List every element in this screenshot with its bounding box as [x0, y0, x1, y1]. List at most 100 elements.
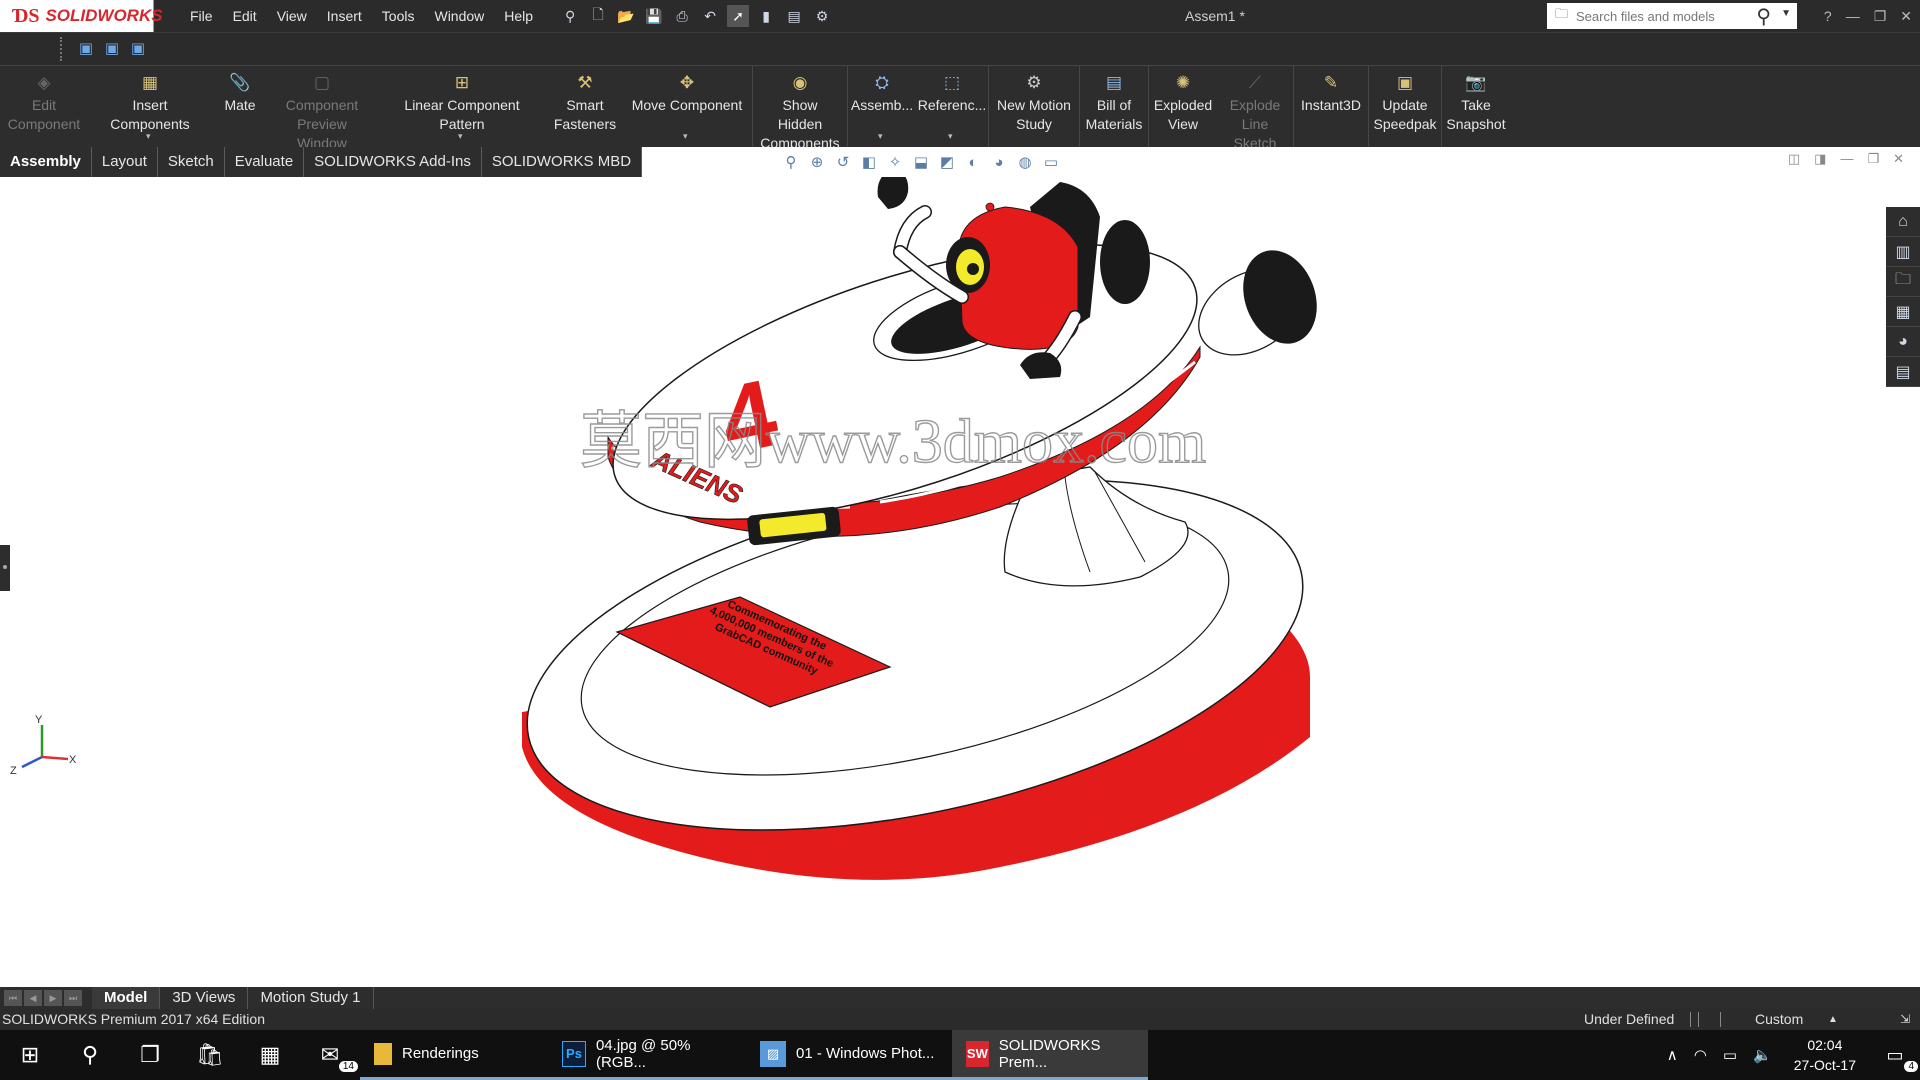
previous-view-icon[interactable]: ↺	[832, 151, 854, 173]
feature-manager-toggle[interactable]	[0, 545, 10, 591]
explode-line-sketch-button[interactable]: ⟋ Explode Line Sketch	[1217, 66, 1293, 151]
unit-system-selector[interactable]: Custom	[1755, 1009, 1803, 1030]
menu-insert[interactable]: Insert	[317, 0, 372, 32]
assembly-tool-2-icon[interactable]: ▣	[102, 39, 122, 59]
mail-icon[interactable]: ✉ 14	[300, 1030, 360, 1080]
menu-window[interactable]: Window	[424, 0, 494, 32]
show-hidden-components-button[interactable]: ◉ Show Hidden Components	[753, 66, 847, 151]
view-orientation-icon[interactable]: ⬓	[910, 151, 932, 173]
chevron-down-icon[interactable]: ▾	[948, 127, 953, 146]
file-properties-icon[interactable]: ▤	[783, 5, 805, 27]
appearances-icon[interactable]: ◕	[1886, 327, 1920, 357]
toolbar-grip[interactable]	[60, 37, 62, 61]
component-preview-window-button[interactable]: ▢ Component Preview Window	[268, 66, 376, 151]
mate-button[interactable]: 📎 Mate	[212, 66, 268, 148]
search-box[interactable]: 🗀 Search files and models ⚲ ▼	[1547, 3, 1797, 29]
search-icon[interactable]: ⚲	[1756, 4, 1771, 29]
search-input[interactable]: Search files and models	[1576, 9, 1715, 24]
viewport-split-icon[interactable]: ◨	[1814, 151, 1826, 167]
dynamic-annotation-icon[interactable]: ✧	[884, 151, 906, 173]
search-icon[interactable]: ⚲	[60, 1030, 120, 1080]
wifi-icon[interactable]: ◠	[1686, 1046, 1715, 1064]
view-settings-icon[interactable]: ▭	[1040, 151, 1062, 173]
select-arrow-icon[interactable]: ➚	[727, 5, 750, 27]
taskbar-app-photoshop[interactable]: Ps 04.jpg @ 50% (RGB...	[548, 1030, 746, 1080]
menu-help[interactable]: Help	[494, 0, 543, 32]
first-tab-icon[interactable]: ⏮	[4, 990, 22, 1006]
home-icon[interactable]: ⌂	[1886, 207, 1920, 237]
restore-icon[interactable]: ❐	[1874, 0, 1887, 32]
design-library-icon[interactable]: ▥	[1886, 237, 1920, 267]
file-explorer-icon[interactable]: 🗀	[1886, 267, 1920, 297]
notifications-icon[interactable]: ▭ 4	[1870, 1030, 1920, 1080]
tab-evaluate[interactable]: Evaluate	[225, 147, 305, 177]
menu-edit[interactable]: Edit	[223, 0, 267, 32]
pin-icon[interactable]: ⚲	[559, 5, 581, 27]
menu-tools[interactable]: Tools	[372, 0, 425, 32]
tab-mbd[interactable]: SOLIDWORKS MBD	[482, 147, 643, 177]
graphics-area[interactable]: Commemorating the 4,000,000 members of t…	[0, 177, 1920, 987]
new-motion-study-button[interactable]: ⚙ New Motion Study	[989, 66, 1079, 148]
viewport-close-icon[interactable]: ✕	[1893, 151, 1904, 167]
status-expand-icon[interactable]: ⇲	[1900, 1009, 1910, 1030]
linear-component-pattern-button[interactable]: ⊞ Linear Component Pattern ▾	[376, 66, 548, 148]
taskbar-app-photos[interactable]: ▨ 01 - Windows Phot...	[746, 1030, 952, 1080]
menu-file[interactable]: File	[180, 0, 223, 32]
search-dropdown-icon[interactable]: ▼	[1781, 8, 1791, 19]
reference-geometry-button[interactable]: ⬚ Referenc... ▾	[916, 66, 988, 148]
viewport-restore-icon[interactable]: ❐	[1867, 151, 1879, 167]
help-icon[interactable]: ?	[1824, 0, 1832, 32]
tab-motion-study-1[interactable]: Motion Study 1	[248, 987, 374, 1009]
tray-expand-icon[interactable]: ∧	[1659, 1046, 1686, 1064]
tab-model[interactable]: Model	[92, 987, 161, 1009]
battery-icon[interactable]: ▭	[1715, 1046, 1745, 1064]
zoom-to-fit-icon[interactable]: ⚲	[780, 151, 802, 173]
zoom-to-area-icon[interactable]: ⊕	[806, 151, 828, 173]
tab-assembly[interactable]: Assembly	[0, 147, 92, 177]
clock[interactable]: 02:04 27-Oct-17	[1780, 1035, 1870, 1075]
tab-3d-views[interactable]: 3D Views	[160, 987, 249, 1009]
menu-view[interactable]: View	[267, 0, 317, 32]
prev-tab-icon[interactable]: ◀	[24, 990, 42, 1006]
chevron-up-icon[interactable]: ▲	[1828, 1009, 1838, 1030]
edit-appearance-icon[interactable]: ◕	[988, 151, 1010, 173]
minimize-icon[interactable]: —	[1846, 0, 1860, 32]
tab-layout[interactable]: Layout	[92, 147, 158, 177]
model-canvas[interactable]: Commemorating the 4,000,000 members of t…	[0, 177, 1920, 987]
assembly-tool-icon[interactable]: ▣	[76, 39, 96, 59]
save-icon[interactable]: 💾	[643, 5, 665, 27]
edit-component-button[interactable]: ◈ Edit Component	[0, 66, 88, 148]
view-palette-icon[interactable]: ▦	[1886, 297, 1920, 327]
taskbar-app-renderings[interactable]: ▆ Renderings	[360, 1030, 548, 1080]
options-gear-icon[interactable]: ⚙	[811, 5, 833, 27]
viewport-tile-icon[interactable]: ◫	[1788, 151, 1800, 167]
display-style-icon[interactable]: ◩	[936, 151, 958, 173]
new-document-icon[interactable]: 🗋	[587, 5, 609, 27]
chevron-down-icon[interactable]: ▾	[683, 127, 688, 146]
custom-properties-icon[interactable]: ▤	[1886, 357, 1920, 387]
windows-start-icon[interactable]: ⊞	[0, 1030, 60, 1080]
undo-icon[interactable]: ↶	[699, 5, 721, 27]
hide-show-items-icon[interactable]: ◐	[962, 151, 984, 173]
tab-sketch[interactable]: Sketch	[158, 147, 225, 177]
assembly-tool-3-icon[interactable]: ▣	[128, 39, 148, 59]
rebuild-icon[interactable]: ▮	[755, 5, 777, 27]
update-speedpak-button[interactable]: ▣ Update Speedpak	[1369, 66, 1441, 148]
tab-addins[interactable]: SOLIDWORKS Add-Ins	[304, 147, 482, 177]
task-view-icon[interactable]: ❐	[120, 1030, 180, 1080]
chevron-down-icon[interactable]: ▾	[878, 127, 883, 146]
last-tab-icon[interactable]: ⏭	[64, 990, 82, 1006]
assembly-features-button[interactable]: ⛭ Assemb... ▾	[848, 66, 916, 148]
exploded-view-button[interactable]: ✺ Exploded View	[1149, 66, 1217, 148]
store-icon[interactable]: 🛍	[180, 1030, 240, 1080]
solidworks-logo[interactable]: ƊS SOLIDWORKS	[0, 0, 163, 32]
volume-icon[interactable]: 🔈	[1745, 1046, 1780, 1064]
next-tab-icon[interactable]: ▶	[44, 990, 62, 1006]
section-view-icon[interactable]: ◧	[858, 151, 880, 173]
move-component-button[interactable]: ✥ Move Component ▾	[622, 66, 752, 148]
smart-fasteners-button[interactable]: ⚒ Smart Fasteners	[548, 66, 622, 148]
chevron-down-icon[interactable]: ▾	[458, 127, 463, 146]
chevron-down-icon[interactable]: ▾	[146, 127, 151, 146]
taskbar-app-solidworks[interactable]: SW SOLIDWORKS Prem...	[952, 1030, 1148, 1080]
open-icon[interactable]: 📂	[615, 5, 637, 27]
